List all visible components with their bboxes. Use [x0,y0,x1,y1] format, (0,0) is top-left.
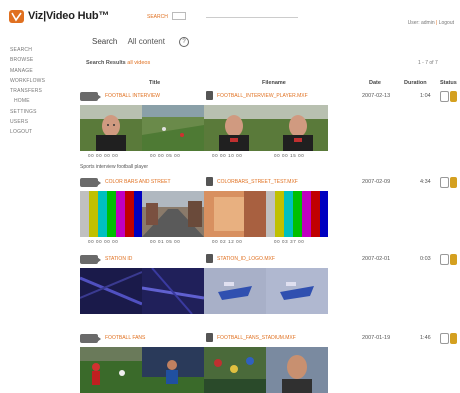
video-icon [80,255,101,264]
help-icon[interactable]: ? [179,37,189,47]
sidebar-nav: Search Browse Manage Workflows Transfers… [10,45,66,138]
thumbnail-dark-blue[interactable] [80,268,142,314]
logo-icon [9,10,24,23]
timecode: 00 00 10 00 [212,153,243,158]
video-icon [80,92,101,101]
result-duration: 0:03 [420,256,431,262]
file-icon [206,177,213,186]
thumbnail-warm-scene[interactable] [204,191,266,237]
app-logo-title: Viz|Video Hub™ [28,10,110,22]
result-duration: 1:46 [420,335,431,341]
timecode: 00 03 37 00 [274,239,305,244]
user-separator: | [436,20,438,26]
results-title: Search Results all videos [86,60,150,66]
thumbnail-logo[interactable] [204,268,266,314]
result-date: 2007-01-19 [362,335,391,341]
sidebar-item-settings[interactable]: Settings [10,107,66,117]
result-title-link[interactable]: STATION ID [105,256,132,262]
header-divider [206,17,298,18]
thumbnail-street[interactable] [142,191,204,237]
status-box-icon[interactable] [440,91,449,102]
sidebar-item-home[interactable]: Home [10,96,66,106]
thumbnail-interview[interactable] [204,105,266,151]
sidebar-item-transfers[interactable]: Transfers [10,86,66,96]
column-header-date[interactable]: Date [369,80,381,86]
status-chip-icon[interactable] [450,91,457,102]
status-box-icon[interactable] [440,254,449,265]
results-heading: Search Results [86,60,126,66]
sidebar-item-manage[interactable]: Manage [10,66,66,76]
thumbnail-fans[interactable] [80,347,142,393]
result-duration: 4:34 [420,179,431,185]
column-header-duration[interactable]: Duration [404,80,427,86]
search-scope-select[interactable]: All content [128,37,165,46]
status-chip-icon[interactable] [450,254,457,265]
timecode: 00 00 00 00 [88,239,119,244]
thumbnail-field[interactable] [142,105,204,151]
video-icon [80,334,101,343]
status-chip-icon[interactable] [450,333,457,344]
result-title-link[interactable]: FOOTBALL INTERVIEW [105,93,160,99]
sidebar-item-users[interactable]: Users [10,117,66,127]
thumbnail-fans[interactable] [142,347,204,393]
user-menu: User: admin | Logout [408,20,454,26]
result-date: 2007-02-09 [362,179,391,185]
thumbnail-interview[interactable] [266,105,328,151]
status-chip-icon[interactable] [450,177,457,188]
app-header: Viz|Video Hub™ SEARCH User: admin | Logo… [0,0,460,32]
header-search-label: SEARCH [147,14,168,20]
timecode: 00 01 05 00 [150,239,181,244]
timecode: 00 00 00 00 [88,153,119,158]
logout-link[interactable]: Logout [439,20,454,26]
thumbnail-interview[interactable] [80,105,142,151]
thumbnail-color-bars[interactable] [80,191,142,237]
sidebar-item-workflows[interactable]: Workflows [10,76,66,86]
search-label[interactable]: Search [92,37,117,46]
column-header-title[interactable]: Title [149,80,160,86]
user-label: User: admin [407,20,435,26]
result-date: 2007-02-13 [362,93,391,99]
timecode: 00 02 12 00 [212,239,243,244]
status-box-icon[interactable] [440,333,449,344]
column-header-filename[interactable]: Filename [262,80,286,86]
file-icon [206,333,213,342]
sidebar-item-logout[interactable]: Logout [10,127,66,137]
result-filename-link[interactable]: FOOTBALL_FANS_STADIUM.MXF [217,335,296,341]
pagination-info: 1 - 7 of 7 [418,60,438,66]
video-icon [80,178,101,187]
file-icon [206,254,213,263]
sidebar-item-browse[interactable]: Browse [10,55,66,65]
result-filename-link[interactable]: COLORBARS_STREET_TEST.MXF [217,179,298,185]
search-bar: Search All content [92,37,165,46]
thumbnail-person[interactable] [266,347,328,393]
timecode: 00 00 15 00 [274,153,305,158]
result-description: Sports interview football player [80,164,149,170]
sidebar-item-search[interactable]: Search [10,45,66,55]
header-search-input[interactable] [172,12,186,20]
status-box-icon[interactable] [440,177,449,188]
result-title-link[interactable]: COLOR BARS AND STREET [105,179,171,185]
file-icon [206,91,213,100]
result-filename-link[interactable]: STATION_ID_LOGO.MXF [217,256,275,262]
result-date: 2007-02-01 [362,256,391,262]
thumbnail-crowd[interactable] [204,347,266,393]
result-duration: 1:04 [420,93,431,99]
results-filter[interactable]: all videos [127,60,150,66]
thumbnail-dark-blue[interactable] [142,268,204,314]
result-filename-link[interactable]: FOOTBALL_INTERVIEW_PLAYER.MXF [217,93,308,99]
result-title-link[interactable]: FOOTBALL FANS [105,335,145,341]
column-header-status[interactable]: Status [440,80,457,86]
thumbnail-color-bars[interactable] [266,191,328,237]
thumbnail-logo[interactable] [266,268,328,314]
timecode: 00 00 05 00 [150,153,181,158]
